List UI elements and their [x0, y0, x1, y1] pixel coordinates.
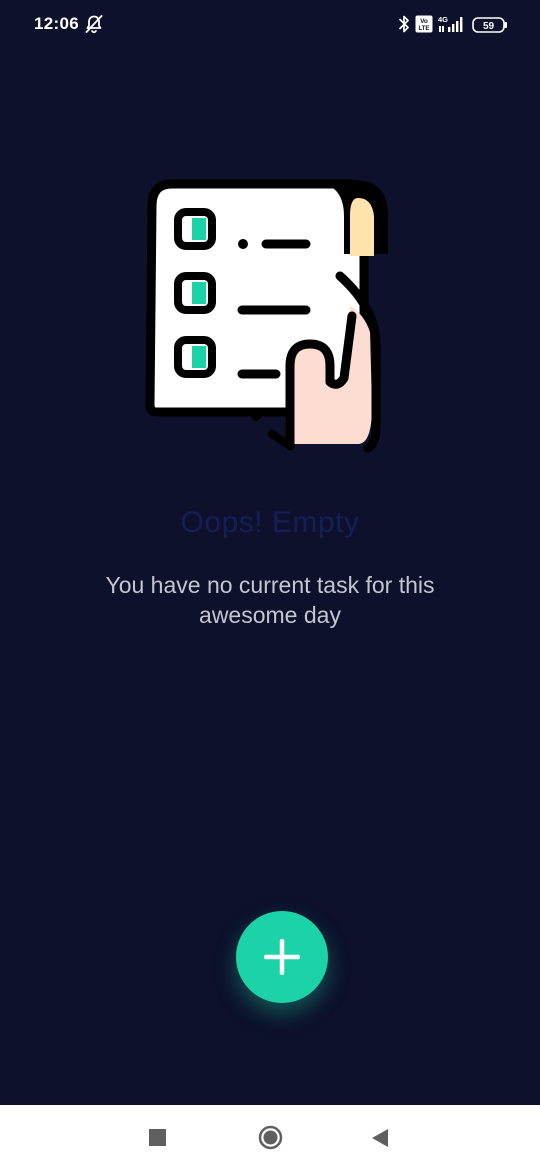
status-bar: 12:06 Vo LTE 4G 59 [0, 0, 540, 50]
notifications-off-icon [85, 15, 103, 34]
svg-text:4G: 4G [438, 15, 448, 24]
empty-state-title: Oops! Empty [180, 506, 360, 539]
checkbox-1 [174, 208, 216, 250]
signal-4g-icon: 4G [438, 15, 463, 32]
checkbox-2 [174, 272, 216, 314]
plus-icon [264, 939, 300, 975]
checklist-scroll-illustration [145, 179, 388, 453]
volte-icon: Vo LTE [415, 15, 433, 33]
svg-text:LTE: LTE [419, 26, 430, 32]
back-icon[interactable] [371, 1128, 389, 1148]
status-time: 12:06 [34, 14, 79, 33]
recent-apps-icon[interactable] [149, 1129, 166, 1146]
add-task-button[interactable] [236, 911, 328, 1003]
checkbox-3 [174, 336, 216, 378]
empty-state-subtitle: You have no current task for this awesom… [105, 572, 435, 628]
bluetooth-icon [399, 15, 409, 33]
navigation-bar [0, 1105, 540, 1170]
home-icon[interactable] [258, 1125, 283, 1150]
svg-text:59: 59 [483, 21, 495, 32]
battery-icon: 59 [472, 17, 507, 33]
svg-text:Vo: Vo [420, 18, 428, 25]
